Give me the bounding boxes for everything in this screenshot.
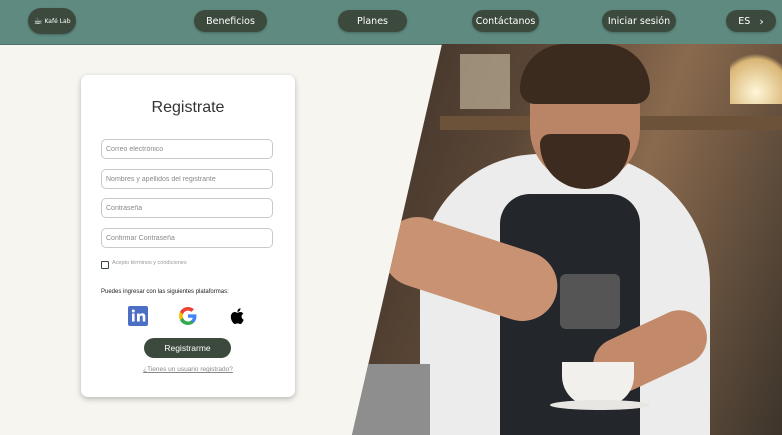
confirm-password-field[interactable] [101,228,273,248]
password-field[interactable] [101,198,273,218]
coffee-cup-icon: ☕ [33,15,43,27]
nav-iniciar-sesion[interactable]: Iniciar sesión [602,10,676,32]
nav-planes[interactable]: Planes [338,10,407,32]
register-button[interactable]: Registrarme [144,338,231,358]
top-nav: ☕ Kafé Lab Beneficios Planes Contáctanos… [0,0,782,45]
logo-text: Kafé Lab [44,17,71,25]
linkedin-icon[interactable] [128,306,148,326]
form-title: Registrate [151,99,225,116]
registration-card: Registrate Acepto términos y condiciones… [81,75,295,397]
language-label: ES [738,15,751,27]
login-link[interactable]: ¿Tienes un usuario registrado? [81,366,295,373]
email-field[interactable] [101,139,273,159]
logo[interactable]: ☕ Kafé Lab [28,8,76,34]
nav-beneficios[interactable]: Beneficios [194,10,267,32]
terms-checkbox[interactable] [101,261,109,269]
language-selector[interactable]: ES › [726,10,776,32]
name-field[interactable] [101,169,273,189]
google-icon[interactable] [178,306,198,326]
terms-label: Acepto términos y condiciones [112,260,187,266]
apple-icon[interactable] [228,306,248,326]
platforms-label: Puedes ingresar con las siguientes plata… [101,289,229,295]
nav-contactanos[interactable]: Contáctanos [472,10,539,32]
hero-photo [352,44,782,435]
chevron-right-icon: › [759,14,764,28]
